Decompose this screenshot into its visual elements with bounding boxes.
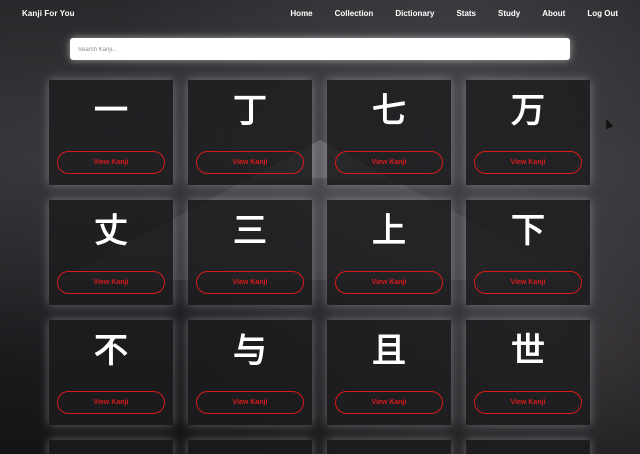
view-kanji-button[interactable]: View Kanji	[474, 271, 582, 294]
kanji-character: 丁	[233, 91, 267, 131]
kanji-card-partial	[466, 440, 590, 454]
kanji-card: 万 View Kanji	[466, 80, 590, 185]
kanji-character: 且	[372, 331, 406, 371]
nav-links: Home Collection Dictionary Stats Study A…	[268, 9, 618, 18]
kanji-grid: 一 View Kanji 丁 View Kanji 七 View Kanji 万…	[49, 80, 593, 425]
kanji-card-partial	[188, 440, 312, 454]
kanji-character: 七	[372, 91, 406, 131]
kanji-character: 三	[233, 211, 267, 251]
kanji-card: 世 View Kanji	[466, 320, 590, 425]
kanji-card: 不 View Kanji	[49, 320, 173, 425]
search-bar	[70, 38, 570, 61]
kanji-card: 丁 View Kanji	[188, 80, 312, 185]
brand-logo[interactable]: Kanji For You	[22, 9, 75, 18]
kanji-character: 万	[511, 91, 545, 131]
nav-collection[interactable]: Collection	[335, 9, 374, 18]
kanji-character: 上	[372, 211, 406, 251]
nav-study[interactable]: Study	[498, 9, 520, 18]
kanji-character: 世	[511, 331, 545, 371]
search-input[interactable]	[70, 39, 570, 61]
mouse-cursor-icon	[602, 117, 614, 130]
view-kanji-button[interactable]: View Kanji	[474, 391, 582, 414]
kanji-character: 不	[94, 331, 128, 371]
view-kanji-button[interactable]: View Kanji	[335, 271, 443, 294]
kanji-card: 七 View Kanji	[327, 80, 451, 185]
kanji-card: 上 View Kanji	[327, 200, 451, 305]
kanji-card: 且 View Kanji	[327, 320, 451, 425]
kanji-grid-next-row	[49, 440, 593, 454]
view-kanji-button[interactable]: View Kanji	[57, 271, 165, 294]
kanji-card: 下 View Kanji	[466, 200, 590, 305]
nav-dictionary[interactable]: Dictionary	[395, 9, 434, 18]
kanji-character: 一	[94, 91, 128, 131]
kanji-character: 下	[511, 211, 545, 251]
nav-stats[interactable]: Stats	[456, 9, 476, 18]
kanji-card-partial	[49, 440, 173, 454]
nav-about[interactable]: About	[542, 9, 565, 18]
view-kanji-button[interactable]: View Kanji	[196, 151, 304, 174]
kanji-card: 一 View Kanji	[49, 80, 173, 185]
view-kanji-button[interactable]: View Kanji	[57, 151, 165, 174]
nav-home[interactable]: Home	[290, 9, 312, 18]
kanji-card: 三 View Kanji	[188, 200, 312, 305]
navbar: Kanji For You Home Collection Dictionary…	[0, 0, 640, 26]
view-kanji-button[interactable]: View Kanji	[474, 151, 582, 174]
kanji-card: 与 View Kanji	[188, 320, 312, 425]
nav-logout[interactable]: Log Out	[587, 9, 618, 18]
kanji-card: 丈 View Kanji	[49, 200, 173, 305]
view-kanji-button[interactable]: View Kanji	[196, 391, 304, 414]
view-kanji-button[interactable]: View Kanji	[196, 271, 304, 294]
kanji-character: 与	[233, 331, 267, 371]
view-kanji-button[interactable]: View Kanji	[335, 151, 443, 174]
page: Kanji For You Home Collection Dictionary…	[0, 0, 640, 454]
view-kanji-button[interactable]: View Kanji	[335, 391, 443, 414]
kanji-character: 丈	[94, 211, 128, 251]
kanji-card-partial	[327, 440, 451, 454]
view-kanji-button[interactable]: View Kanji	[57, 391, 165, 414]
